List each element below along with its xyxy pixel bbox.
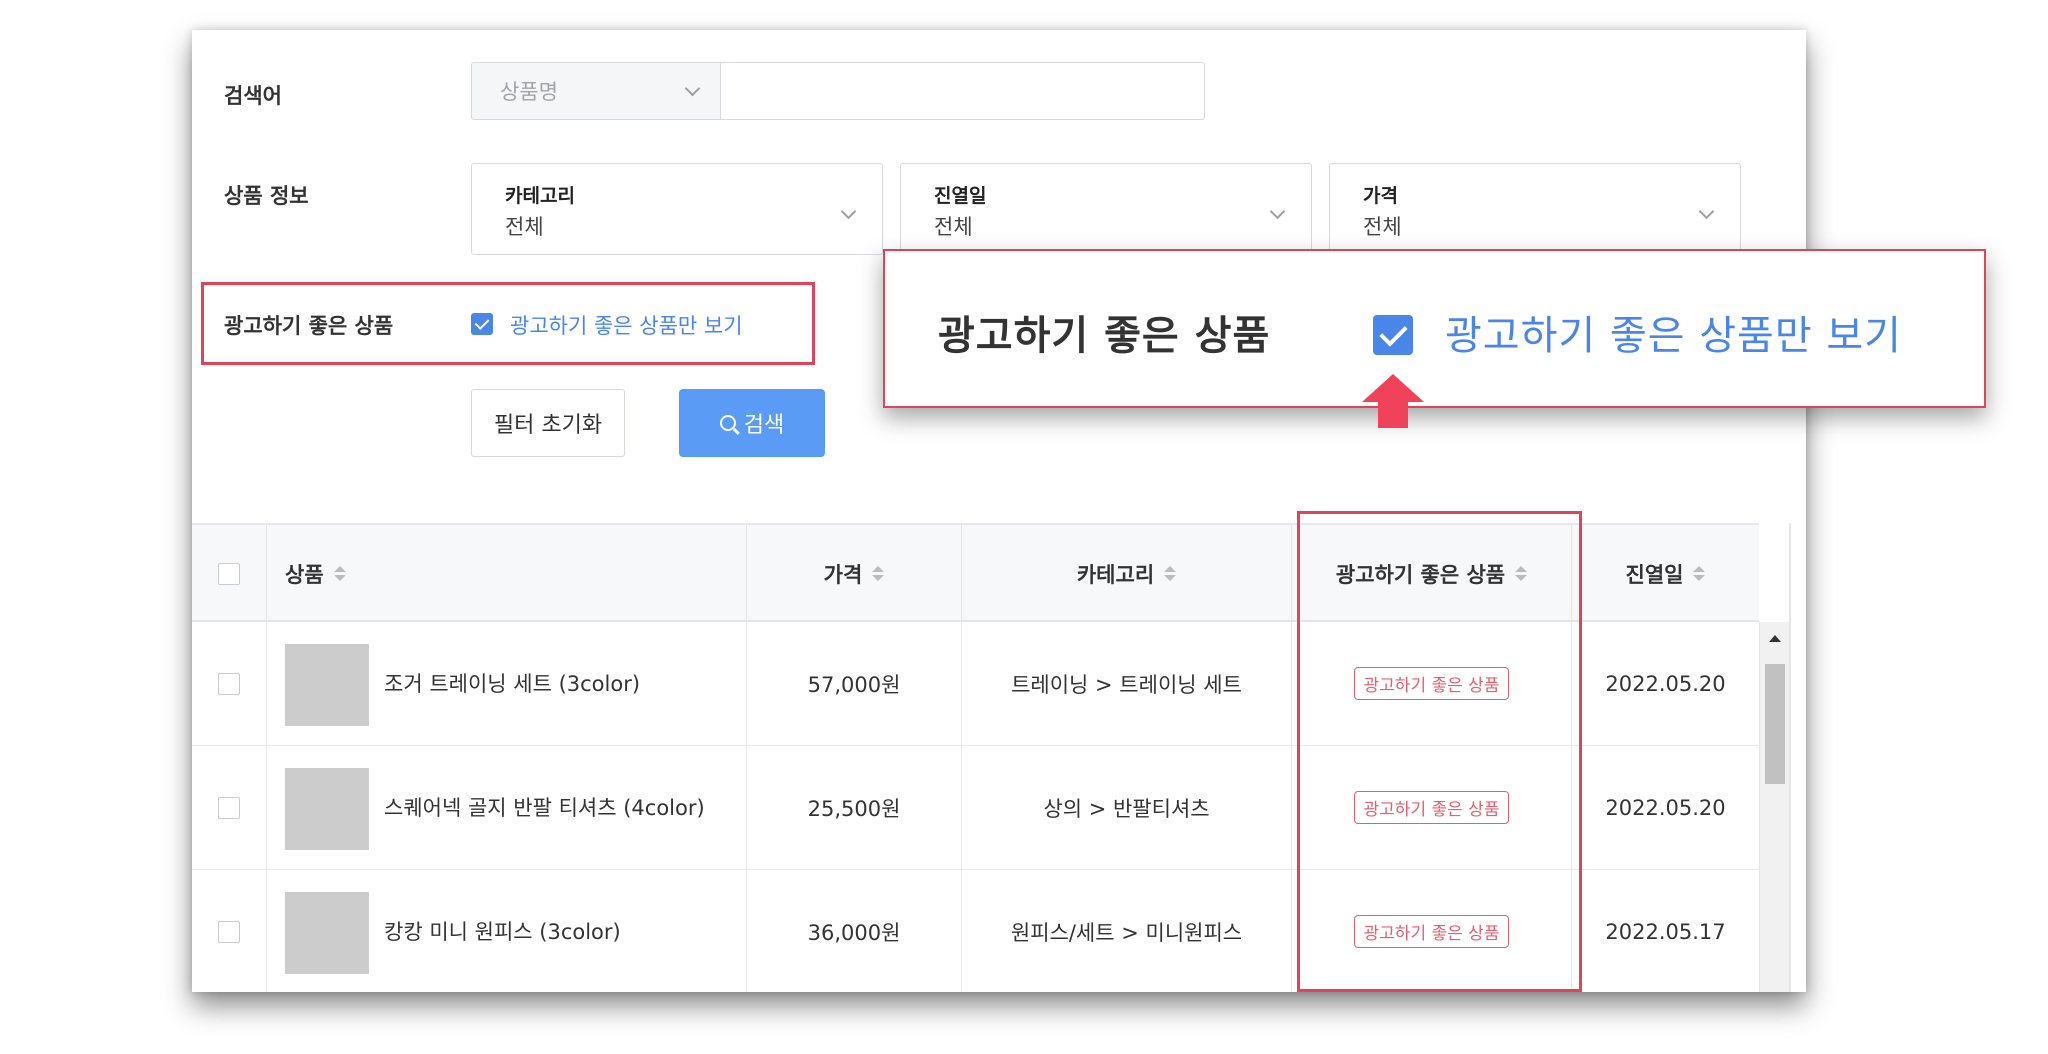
- search-input[interactable]: [720, 62, 1205, 120]
- callout-checkbox: [1373, 315, 1413, 355]
- category-cell: 트레이닝 > 트레이닝 세트: [962, 622, 1292, 745]
- table-scrollbar[interactable]: [1759, 622, 1789, 992]
- display-date-dropdown-title: 진열일: [934, 185, 987, 207]
- sort-icon: [1164, 566, 1177, 581]
- callout-ad-label: 광고하기 좋은 상품: [938, 313, 1271, 359]
- col-display-date[interactable]: 진열일: [1572, 525, 1759, 622]
- category-cell: 상의 > 반팔티셔츠: [962, 746, 1292, 869]
- col-price[interactable]: 가격: [747, 525, 962, 622]
- scroll-up-arrow-icon[interactable]: [1769, 635, 1781, 642]
- product-name[interactable]: 스퀘어넥 골지 반팔 티셔츠 (4color): [384, 746, 740, 869]
- search-icon: [719, 415, 736, 431]
- category-dropdown-value: 전체: [505, 215, 544, 239]
- chevron-down-icon: [1698, 203, 1715, 220]
- product-filter-panel: 검색어 상품명 상품 정보 카테고리 전체 진열일 전체 가격 전체 광고하기 …: [192, 30, 1806, 992]
- row-checkbox[interactable]: [218, 920, 240, 943]
- select-all-checkbox[interactable]: [218, 562, 240, 585]
- row-select-cell: [192, 622, 267, 745]
- sort-icon: [872, 566, 885, 581]
- sort-icon: [333, 566, 346, 581]
- product-thumbnail[interactable]: [285, 892, 369, 974]
- scrollbar-thumb[interactable]: [1765, 664, 1785, 784]
- callout-checkbox-label: 광고하기 좋은 상품만 보기: [1445, 313, 1902, 359]
- zoom-callout: 광고하기 좋은 상품 광고하기 좋은 상품만 보기: [883, 249, 1986, 408]
- search-button-label: 검색: [743, 413, 785, 438]
- product-table: 상품 가격 카테고리 광고하기 좋은 상품 진열일 조거 트레이닝 세트 (3c…: [192, 511, 1806, 992]
- product-name[interactable]: 캉캉 미니 원피스 (3color): [384, 870, 740, 992]
- search-label: 검색어: [224, 84, 282, 108]
- display-date-dropdown-value: 전체: [934, 215, 973, 239]
- highlight-box: [201, 282, 815, 365]
- up-arrow-icon: [1362, 374, 1424, 428]
- chevron-down-icon: [684, 80, 701, 96]
- category-dropdown[interactable]: 카테고리 전체: [471, 163, 883, 255]
- price-dropdown-title: 가격: [1363, 185, 1398, 207]
- price-cell: 36,000원: [747, 870, 962, 992]
- price-cell: 57,000원: [747, 622, 962, 745]
- col-category[interactable]: 카테고리: [962, 525, 1292, 622]
- price-dropdown[interactable]: 가격 전체: [1329, 163, 1741, 255]
- category-dropdown-title: 카테고리: [505, 185, 575, 207]
- row-checkbox[interactable]: [218, 672, 240, 695]
- chevron-down-icon: [1269, 203, 1286, 220]
- chevron-down-icon: [840, 203, 857, 220]
- search-button[interactable]: 검색: [679, 389, 825, 457]
- row-checkbox[interactable]: [218, 796, 240, 819]
- column-highlight-box: [1297, 511, 1582, 992]
- display-date-dropdown[interactable]: 진열일 전체: [900, 163, 1312, 255]
- date-cell: 2022.05.20: [1605, 671, 1726, 696]
- product-thumbnail[interactable]: [285, 768, 369, 850]
- search-type-select[interactable]: 상품명: [471, 62, 721, 120]
- product-name[interactable]: 조거 트레이닝 세트 (3color): [384, 622, 740, 745]
- date-cell: 2022.05.20: [1605, 795, 1726, 820]
- product-info-label: 상품 정보: [224, 184, 309, 208]
- price-dropdown-value: 전체: [1363, 215, 1402, 239]
- category-cell: 원피스/세트 > 미니원피스: [962, 870, 1292, 992]
- product-thumbnail[interactable]: [285, 644, 369, 726]
- price-cell: 25,500원: [747, 746, 962, 869]
- date-cell: 2022.05.17: [1605, 919, 1726, 944]
- row-select-cell: [192, 870, 267, 992]
- select-all-cell: [192, 525, 267, 622]
- col-product[interactable]: 상품: [267, 525, 747, 622]
- search-type-value: 상품명: [500, 80, 558, 104]
- divider: [1789, 523, 1791, 992]
- row-select-cell: [192, 746, 267, 869]
- reset-filter-button[interactable]: 필터 초기화: [471, 389, 625, 457]
- sort-icon: [1693, 566, 1706, 581]
